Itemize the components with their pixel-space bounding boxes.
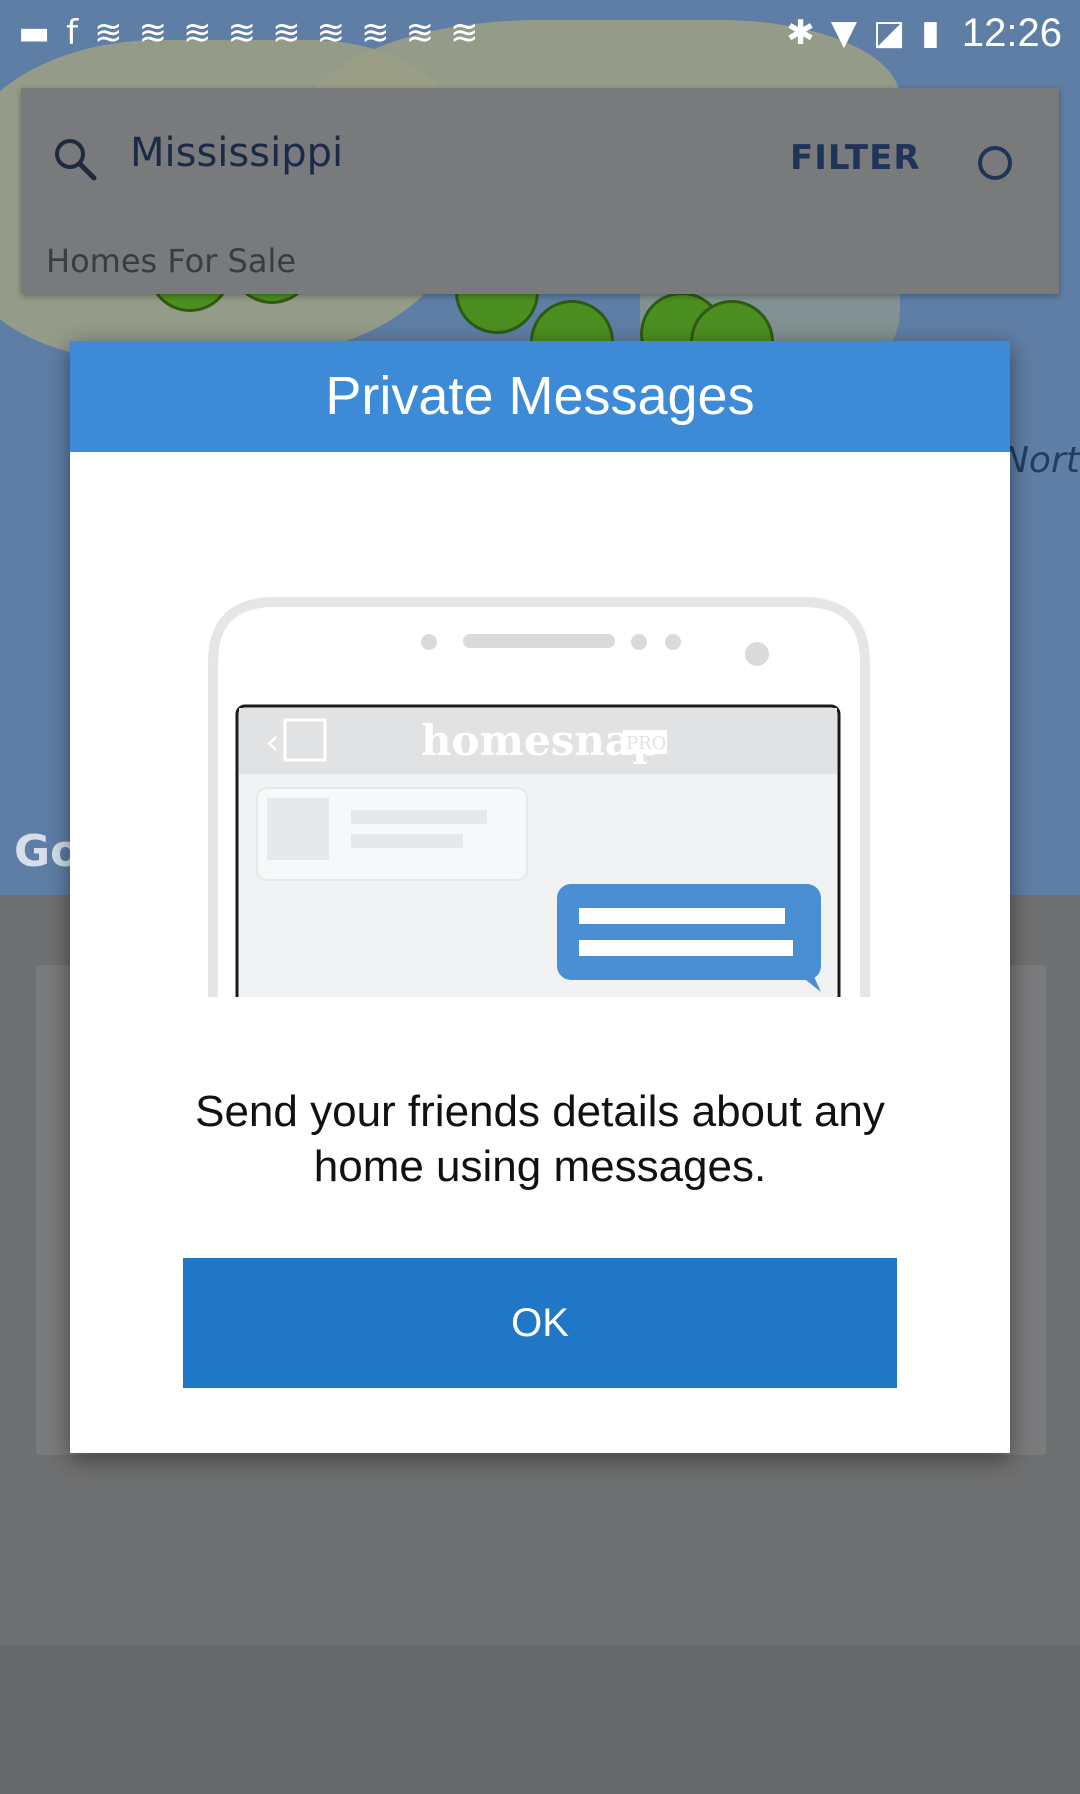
signal-wave-icon: ≋ xyxy=(405,13,435,53)
system-icons: ✱ ▼ ◪ ▮ 12:26 xyxy=(786,11,1062,56)
bluetooth-icon: ✱ xyxy=(786,13,815,53)
listing-type-label[interactable]: Homes For Sale xyxy=(46,242,296,280)
status-clock: 12:26 xyxy=(961,10,1062,55)
ok-button[interactable]: OK xyxy=(183,1258,897,1388)
no-sim-icon: ◪ xyxy=(873,13,906,53)
phone-messages-illustration: ‹ homesnap PRO xyxy=(208,597,870,997)
wifi-icon: ▼ xyxy=(830,13,858,53)
facebook-icon: f xyxy=(66,13,79,53)
svg-text:‹: ‹ xyxy=(265,722,279,763)
ok-button-label: OK xyxy=(511,1300,569,1345)
signal-wave-icon: ≋ xyxy=(316,13,346,53)
ocean-label: North Atlantic Ocean xyxy=(1002,440,1080,481)
status-bar: ▬ f ≋ ≋ ≋ ≋ ≋ ≋ ≋ ≋ ≋ ✱ ▼ ◪ ▮ 12:26 xyxy=(0,0,1080,66)
battery-charging-icon: ▮ xyxy=(921,13,940,53)
filter-button[interactable]: FILTER xyxy=(790,138,921,178)
bottom-area xyxy=(0,1645,1080,1794)
signal-wave-icon: ≋ xyxy=(94,13,123,53)
search-input[interactable]: Mississippi xyxy=(130,130,343,176)
signal-wave-icon: ≋ xyxy=(272,13,301,53)
signal-wave-icon: ≋ xyxy=(361,13,390,53)
notification-icons: ▬ f ≋ ≋ ≋ ≋ ≋ ≋ ≋ ≋ ≋ xyxy=(18,16,479,50)
game-controller-icon: ▬ xyxy=(18,13,51,53)
modal-title: Private Messages xyxy=(325,366,755,426)
locate-icon[interactable] xyxy=(970,138,1020,188)
signal-wave-icon: ≋ xyxy=(183,13,212,53)
modal-message: Send your friends details about any home… xyxy=(195,1087,885,1191)
signal-wave-icon: ≋ xyxy=(450,13,479,53)
search-icon[interactable] xyxy=(50,134,98,182)
illustration-badge: PRO xyxy=(626,733,666,754)
signal-wave-icon: ≋ xyxy=(138,13,168,53)
signal-wave-icon: ≋ xyxy=(227,13,257,53)
